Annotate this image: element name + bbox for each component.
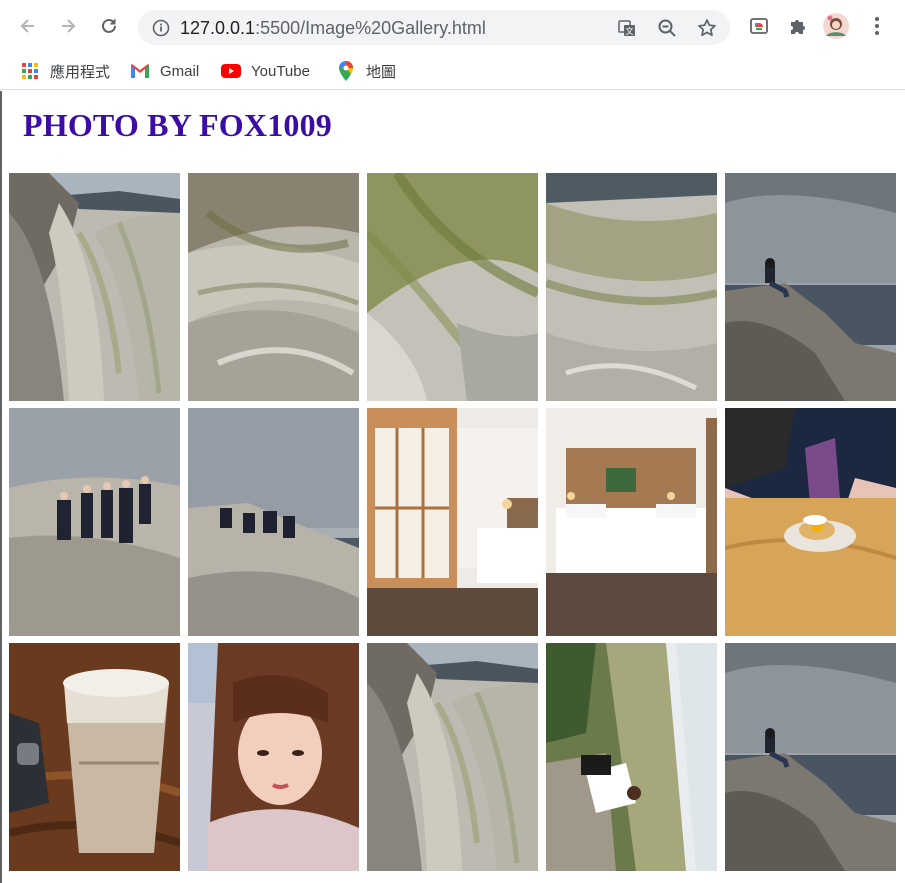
bookmarks-bar: 應用程式 Gmail YouTube 地圖: [0, 52, 905, 90]
gallery-photo[interactable]: [188, 643, 359, 871]
browser-toolbar: 127.0.0.1:5500/Image%20Gallery.html 文: [0, 0, 905, 52]
bookmark-label: 應用程式: [50, 63, 111, 81]
gallery-photo[interactable]: [725, 173, 896, 401]
reading-list-icon[interactable]: [745, 12, 773, 40]
zoom-out-icon[interactable]: [656, 17, 678, 39]
reload-icon[interactable]: [95, 12, 123, 40]
bookmark-label: Gmail: [160, 62, 200, 80]
svg-text:文: 文: [626, 26, 634, 36]
group-rocks-photo: [9, 408, 180, 636]
url-text[interactable]: 127.0.0.1:5500/Image%20Gallery.html: [180, 18, 486, 39]
address-bar[interactable]: 127.0.0.1:5500/Image%20Gallery.html 文: [138, 10, 730, 45]
gallery-photo[interactable]: [9, 643, 180, 871]
hotel-room-photo: [367, 408, 538, 636]
portrait-photo: [188, 643, 359, 871]
coffee-cup-photo: [9, 643, 180, 871]
gallery-photo[interactable]: [9, 408, 180, 636]
hotel-bed-photo: [546, 408, 717, 636]
url-host: 127.0.0.1: [180, 18, 256, 38]
page-title: PHOTO BY FOX1009: [23, 107, 332, 143]
forward-icon[interactable]: [54, 12, 82, 40]
gallery-photo[interactable]: [546, 408, 717, 636]
group-rocks-2-photo: [188, 408, 359, 636]
back-icon[interactable]: [14, 12, 42, 40]
moss-rock-photo: [367, 173, 538, 401]
bookmark-apps[interactable]: 應用程式: [20, 58, 110, 84]
youtube-icon: [221, 61, 241, 81]
gallery-photo[interactable]: [725, 643, 896, 871]
rock-coast-2-photo: [367, 643, 538, 871]
rock-coast-photo: [9, 173, 180, 401]
gallery-photo[interactable]: [367, 173, 538, 401]
extensions-puzzle-icon[interactable]: [784, 12, 812, 40]
url-path: :5500/Image%20Gallery.html: [255, 18, 486, 38]
gallery-photo[interactable]: [546, 643, 717, 871]
page-content: PHOTO BY FOX1009: [0, 91, 905, 883]
gallery-photo[interactable]: [367, 408, 538, 636]
person-sea-2-photo: [725, 643, 896, 871]
bookmark-youtube[interactable]: YouTube: [221, 58, 310, 84]
site-info-icon[interactable]: [150, 17, 172, 39]
bookmark-maps[interactable]: 地圖: [336, 58, 396, 84]
rock-closeup-photo: [188, 173, 359, 401]
rock-closeup-2-photo: [546, 173, 717, 401]
bookmark-star-icon[interactable]: [696, 17, 718, 39]
bookmark-label: YouTube: [251, 62, 310, 80]
menu-kebab-icon[interactable]: [863, 12, 891, 40]
gallery-photo[interactable]: [9, 173, 180, 401]
maps-pin-icon: [336, 61, 356, 81]
bookmark-label: 地圖: [366, 63, 397, 81]
apps-grid-icon: [20, 61, 40, 81]
gallery-photo[interactable]: [188, 408, 359, 636]
gallery-photo[interactable]: [725, 408, 896, 636]
hillside-person-photo: [546, 643, 717, 871]
dessert-table-photo: [725, 408, 896, 636]
translate-icon[interactable]: 文: [616, 17, 638, 39]
gallery-photo[interactable]: [188, 173, 359, 401]
person-sea-photo: [725, 173, 896, 401]
gmail-icon: [130, 61, 150, 81]
profile-avatar-icon[interactable]: [822, 12, 850, 40]
bookmark-gmail[interactable]: Gmail: [130, 58, 199, 84]
gallery-photo[interactable]: [546, 173, 717, 401]
photo-gallery: [9, 173, 896, 871]
gallery-photo[interactable]: [367, 643, 538, 871]
